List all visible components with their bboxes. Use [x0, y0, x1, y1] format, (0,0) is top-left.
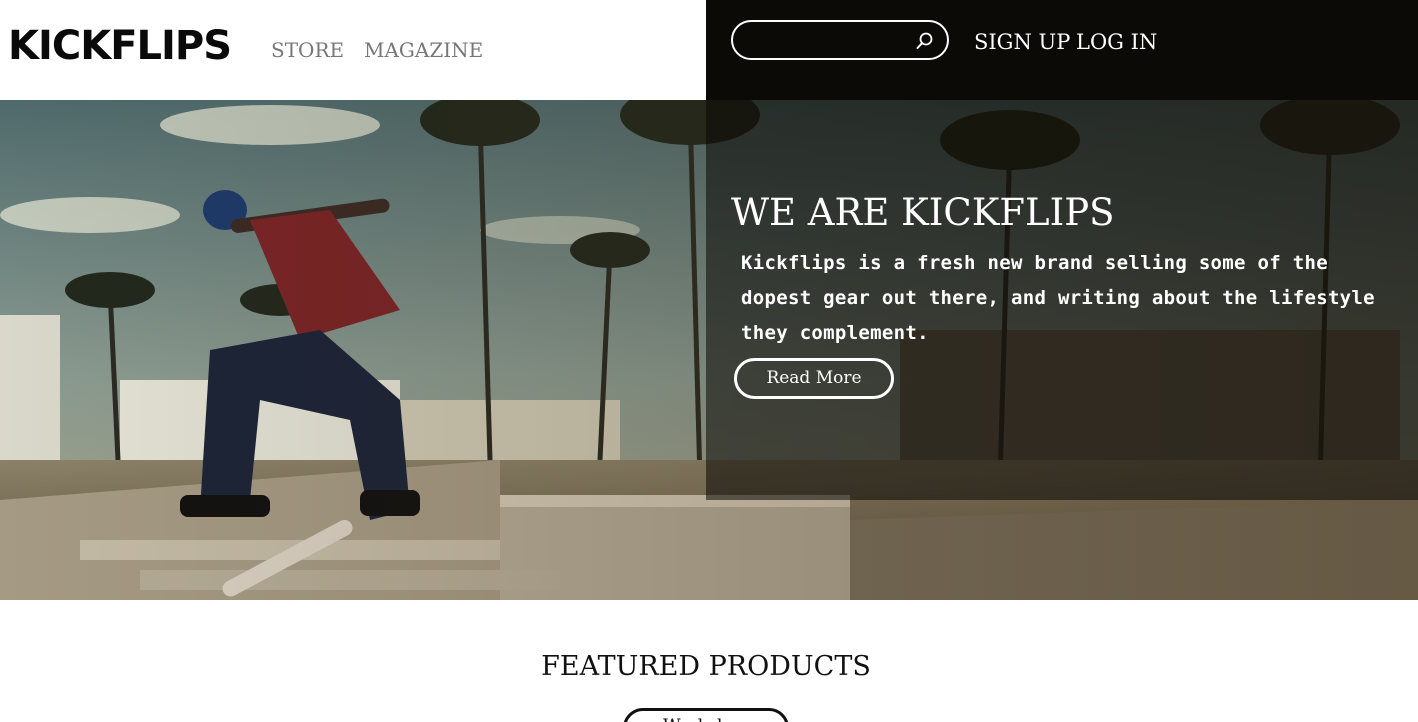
search-box[interactable]	[731, 20, 949, 60]
search-input[interactable]	[747, 28, 907, 52]
site-logo[interactable]: KICKFLIPS	[8, 22, 232, 70]
workshop-button[interactable]: Workshop	[623, 708, 789, 722]
featured-products-title: FEATURED PRODUCTS	[541, 651, 871, 682]
read-more-button[interactable]: Read More	[734, 358, 894, 399]
hero-title: WE ARE KICKFLIPS	[731, 191, 1115, 234]
signup-link[interactable]: SIGN UP	[974, 28, 1070, 56]
hero-description: Kickflips is a fresh new brand selling s…	[741, 252, 1375, 344]
header-left: KICKFLIPS STORE MAGAZINE	[0, 0, 706, 100]
header-right: SIGN UP LOG IN	[706, 0, 1418, 100]
nav-magazine-link[interactable]: MAGAZINE	[364, 36, 483, 64]
login-link[interactable]: LOG IN	[1076, 28, 1157, 56]
search-icon[interactable]	[915, 31, 935, 51]
nav-store-link[interactable]: STORE	[271, 36, 344, 64]
page: KICKFLIPS STORE MAGAZINE SIGN UP LOG IN	[0, 0, 1418, 722]
